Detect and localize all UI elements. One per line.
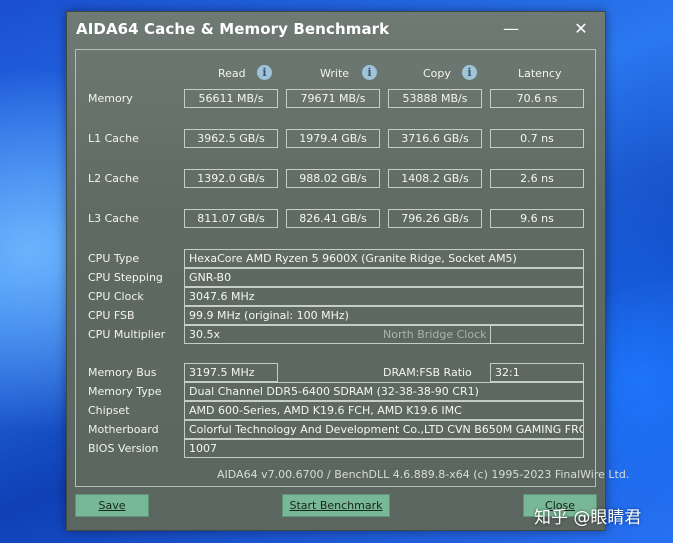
row-label-l3: L3 Cache: [88, 212, 139, 225]
l1-latency-value: 0.7 ns: [490, 129, 584, 148]
window-title: AIDA64 Cache & Memory Benchmark: [76, 20, 390, 38]
cpu-stepping-value: GNR-B0: [184, 268, 584, 287]
bios-version-label: BIOS Version: [88, 442, 159, 455]
cpu-clock-label: CPU Clock: [88, 290, 144, 303]
row-label-l2: L2 Cache: [88, 172, 139, 185]
memory-type-label: Memory Type: [88, 385, 162, 398]
l3-latency-value: 9.6 ns: [490, 209, 584, 228]
memory-read-value: 56611 MB/s: [184, 89, 278, 108]
row-label-memory: Memory: [88, 92, 133, 105]
motherboard-value: Colorful Technology And Development Co.,…: [184, 420, 584, 439]
copy-info-icon[interactable]: i: [462, 65, 477, 80]
l2-copy-value: 1408.2 GB/s: [388, 169, 482, 188]
cpu-fsb-value: 99.9 MHz (original: 100 MHz): [184, 306, 584, 325]
memory-bus-value: 3197.5 MHz: [184, 363, 278, 382]
header-latency: Latency: [518, 67, 562, 80]
l2-read-value: 1392.0 GB/s: [184, 169, 278, 188]
close-window-button[interactable]: ✕: [567, 16, 595, 42]
cpu-clock-value: 3047.6 MHz: [184, 287, 584, 306]
row-label-l1: L1 Cache: [88, 132, 139, 145]
read-info-icon[interactable]: i: [257, 65, 272, 80]
version-footer: AIDA64 v7.00.6700 / BenchDLL 4.6.889.8-x…: [217, 468, 630, 481]
dram-fsb-ratio-value: 32:1: [490, 363, 584, 382]
cpu-stepping-label: CPU Stepping: [88, 271, 163, 284]
memory-bus-label: Memory Bus: [88, 366, 157, 379]
header-copy: Copy: [423, 67, 451, 80]
l1-copy-value: 3716.6 GB/s: [388, 129, 482, 148]
start-benchmark-button[interactable]: Start Benchmark: [282, 494, 390, 517]
l3-read-value: 811.07 GB/s: [184, 209, 278, 228]
l2-latency-value: 2.6 ns: [490, 169, 584, 188]
title-bar: AIDA64 Cache & Memory Benchmark — ✕: [67, 12, 605, 46]
l3-write-value: 826.41 GB/s: [286, 209, 380, 228]
l1-write-value: 1979.4 GB/s: [286, 129, 380, 148]
header-write: Write: [320, 67, 350, 80]
bios-version-value: 1007: [184, 439, 584, 458]
watermark: 知乎 @眼睛君: [534, 508, 642, 528]
l2-write-value: 988.02 GB/s: [286, 169, 380, 188]
save-button[interactable]: Save: [75, 494, 149, 517]
memory-write-value: 79671 MB/s: [286, 89, 380, 108]
memory-latency-value: 70.6 ns: [490, 89, 584, 108]
cpu-multiplier-label: CPU Multiplier: [88, 328, 166, 341]
cpu-fsb-label: CPU FSB: [88, 309, 135, 322]
results-panel: Read i Write i Copy i Latency Memory 566…: [75, 49, 629, 487]
north-bridge-clock-label: North Bridge Clock: [383, 328, 487, 341]
chipset-value: AMD 600-Series, AMD K19.6 FCH, AMD K19.6…: [184, 401, 584, 420]
cpu-type-value: HexaCore AMD Ryzen 5 9600X (Granite Ridg…: [184, 249, 584, 268]
memory-copy-value: 53888 MB/s: [388, 89, 482, 108]
chipset-label: Chipset: [88, 404, 130, 417]
memory-type-value: Dual Channel DDR5-6400 SDRAM (32-38-38-9…: [184, 382, 584, 401]
dram-fsb-ratio-label: DRAM:FSB Ratio: [383, 366, 472, 379]
write-info-icon[interactable]: i: [362, 65, 377, 80]
motherboard-label: Motherboard: [88, 423, 159, 436]
cpu-type-label: CPU Type: [88, 252, 140, 265]
save-button-label: Save: [98, 499, 126, 512]
benchmark-window: AIDA64 Cache & Memory Benchmark — ✕ Read…: [66, 11, 629, 531]
north-bridge-clock-value: [490, 325, 584, 344]
l1-read-value: 3962.5 GB/s: [184, 129, 278, 148]
start-benchmark-label: Start Benchmark: [289, 499, 383, 512]
l3-copy-value: 796.26 GB/s: [388, 209, 482, 228]
header-read: Read: [218, 67, 246, 80]
minimize-button[interactable]: —: [497, 16, 525, 42]
